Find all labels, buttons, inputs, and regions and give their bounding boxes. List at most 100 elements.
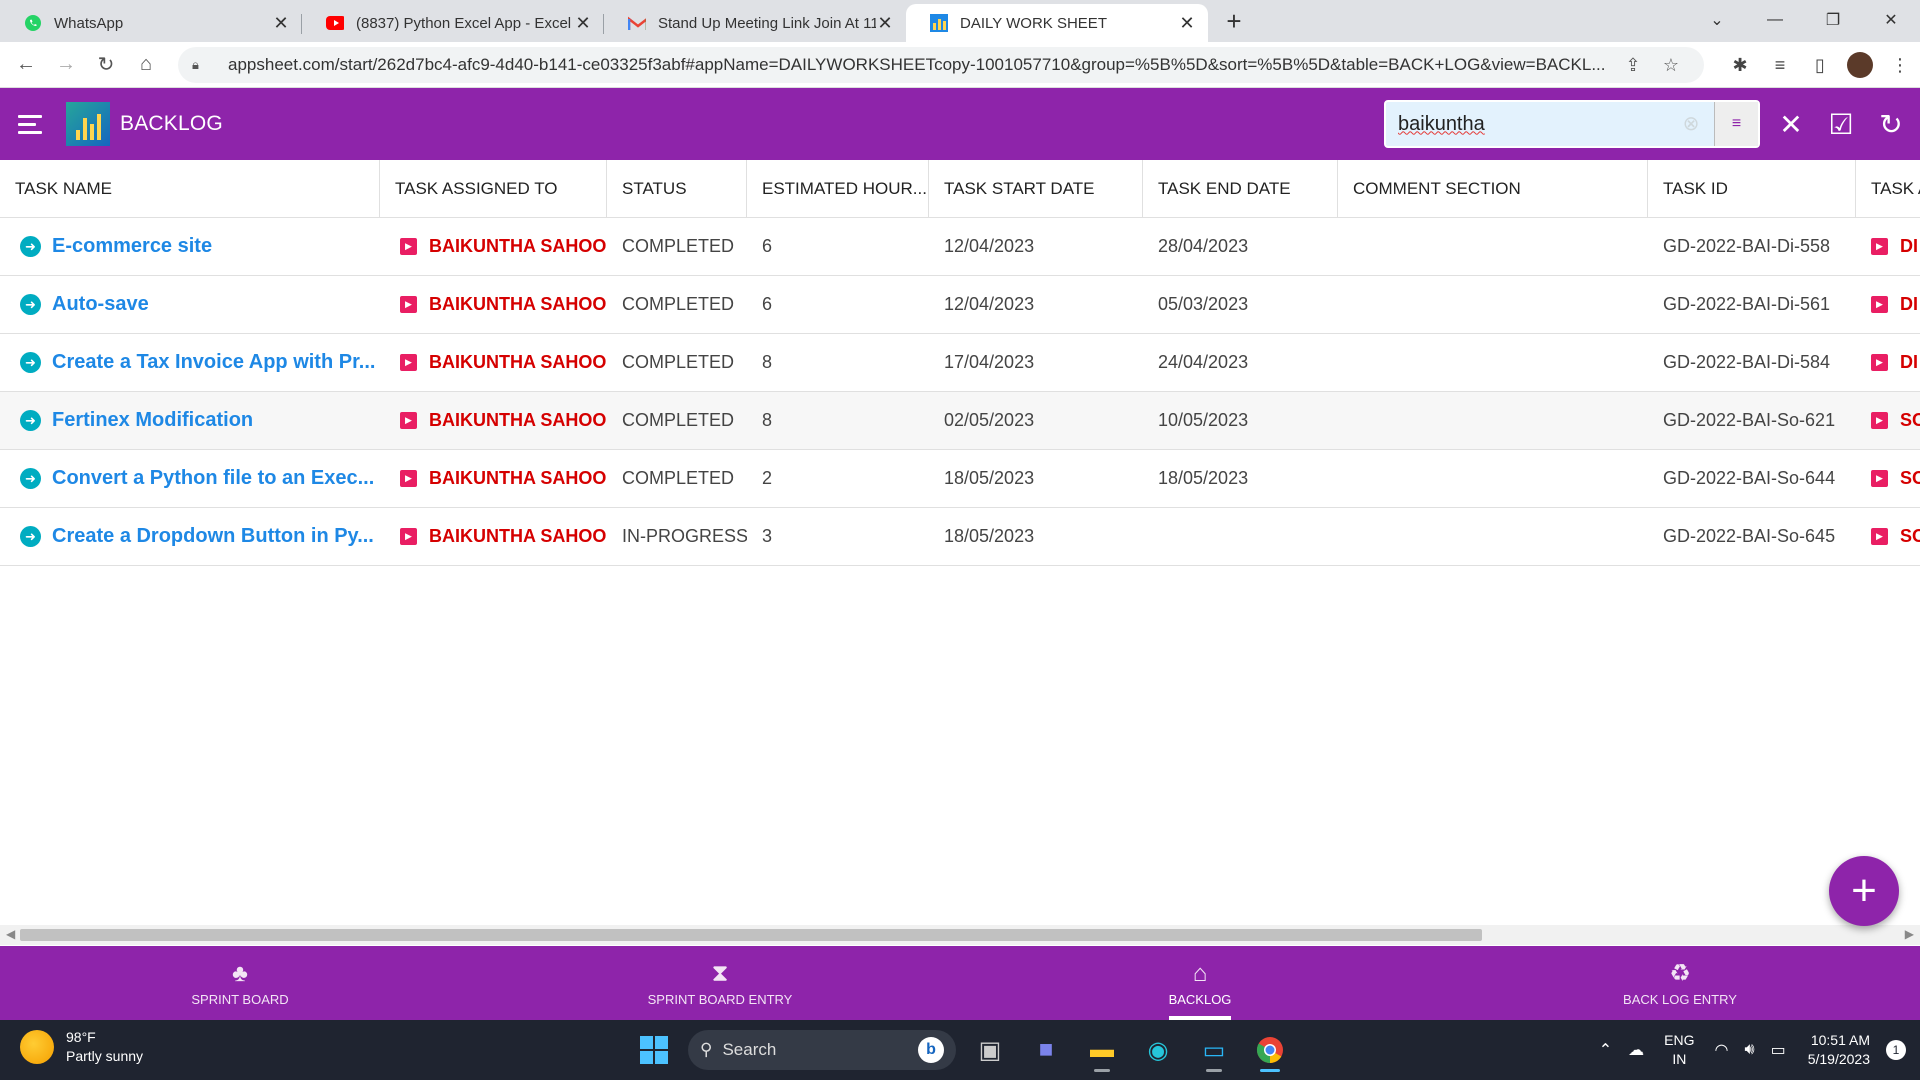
- share-icon[interactable]: ⇪: [1614, 55, 1652, 76]
- table-row[interactable]: ➜ E-commerce site ▶ BAIKUNTHA SAHOO COMPLETE…: [0, 218, 1920, 276]
- volume-icon[interactable]: 🔊︎: [1744, 1041, 1754, 1059]
- nav-sprint-board-entry[interactable]: ⧗ SPRINT BOARD ENTRY: [480, 946, 960, 1020]
- cell-task-extra[interactable]: ▶ SO: [1856, 508, 1920, 566]
- header-status[interactable]: STATUS: [607, 159, 747, 218]
- ref-link-icon[interactable]: ▶: [1871, 528, 1888, 545]
- cell-task-extra[interactable]: ▶ DI: [1856, 218, 1920, 276]
- cell-task-name[interactable]: ➜ Fertinex Modification: [0, 392, 380, 450]
- close-tab-icon[interactable]: ✕: [876, 13, 894, 34]
- scroll-left-arrow-icon[interactable]: ◀: [6, 927, 15, 941]
- header-task-name[interactable]: TASK NAME: [0, 159, 380, 218]
- task-name[interactable]: Auto-save: [52, 293, 149, 316]
- cell-assigned-to[interactable]: ▶ BAIKUNTHA SAHOO: [380, 276, 607, 334]
- cell-task-extra[interactable]: ▶ DI: [1856, 334, 1920, 392]
- weather-widget[interactable]: 98°F Partly sunny: [20, 1028, 143, 1066]
- cell-task-name[interactable]: ➜ E-commerce site: [0, 218, 380, 276]
- ref-link-icon[interactable]: ▶: [1871, 470, 1888, 487]
- cell-task-extra[interactable]: ▶ SO: [1856, 450, 1920, 508]
- header-task-id[interactable]: TASK ID: [1648, 159, 1856, 218]
- remote-desktop-icon[interactable]: ▭: [1192, 1028, 1236, 1072]
- cell-task-name[interactable]: ➜ Create a Tax Invoice App with Pr...: [0, 334, 380, 392]
- table-row[interactable]: ➜ Create a Dropdown Button in Py... ▶ BAIKU…: [0, 508, 1920, 566]
- table-row[interactable]: ➜ Auto-save ▶ BAIKUNTHA SAHOO COMPLETED 6 12/0…: [0, 276, 1920, 334]
- sidepanel-icon[interactable]: ▯: [1800, 55, 1840, 76]
- arrow-right-circle-icon[interactable]: ➜: [20, 352, 41, 373]
- cell-task-name[interactable]: ➜ Convert a Python file to an Exec...: [0, 450, 380, 508]
- clock[interactable]: 10:51 AM 5/19/2023: [1808, 1031, 1870, 1069]
- omnibox[interactable]: 🔒︎ appsheet.com/start/262d7bc4-afc9-4d40…: [178, 47, 1704, 83]
- assignee-name[interactable]: BAIKUNTHA SAHOO: [429, 236, 606, 257]
- nav-sprint-board[interactable]: ♣ SPRINT BOARD: [0, 946, 480, 1020]
- task-extra-value[interactable]: SO: [1900, 526, 1920, 547]
- restore-icon[interactable]: ❐: [1804, 0, 1862, 40]
- table-row[interactable]: ➜ Convert a Python file to an Exec... ▶ BAI…: [0, 450, 1920, 508]
- arrow-right-circle-icon[interactable]: ➜: [20, 410, 41, 431]
- task-name[interactable]: Create a Dropdown Button in Py...: [52, 525, 374, 548]
- header-estimated-hours[interactable]: ESTIMATED HOUR...: [747, 159, 929, 218]
- clear-search-icon[interactable]: ⊗: [1678, 111, 1704, 137]
- task-extra-value[interactable]: DI: [1900, 294, 1918, 315]
- chrome-icon[interactable]: [1248, 1028, 1292, 1072]
- lock-icon[interactable]: 🔒︎: [192, 57, 210, 73]
- arrow-right-circle-icon[interactable]: ➜: [20, 294, 41, 315]
- back-icon[interactable]: ←: [6, 53, 46, 76]
- select-checkbox-icon[interactable]: ☑: [1816, 108, 1866, 141]
- tab-youtube[interactable]: (8837) Python Excel App - Excel V ✕: [302, 4, 604, 42]
- arrow-right-circle-icon[interactable]: ➜: [20, 468, 41, 489]
- cell-assigned-to[interactable]: ▶ BAIKUNTHA SAHOO: [380, 334, 607, 392]
- task-extra-value[interactable]: DI: [1900, 352, 1918, 373]
- notification-badge[interactable]: 1: [1886, 1040, 1906, 1060]
- task-extra-value[interactable]: SO: [1900, 468, 1920, 489]
- forward-icon[interactable]: →: [46, 53, 86, 76]
- tab-gmail[interactable]: Stand Up Meeting Link Join At 11 ✕: [604, 4, 906, 42]
- task-name[interactable]: Convert a Python file to an Exec...: [52, 467, 374, 490]
- sync-icon[interactable]: ↻: [1866, 108, 1916, 141]
- onedrive-icon[interactable]: ☁: [1628, 1040, 1644, 1060]
- profile-avatar[interactable]: [1840, 52, 1880, 78]
- arrow-right-circle-icon[interactable]: ➜: [20, 236, 41, 257]
- tab-daily-work-sheet[interactable]: DAILY WORK SHEET ✕: [906, 4, 1208, 42]
- cell-task-name[interactable]: ➜ Auto-save: [0, 276, 380, 334]
- header-comment-section[interactable]: COMMENT SECTION: [1338, 159, 1648, 218]
- task-extra-value[interactable]: DI: [1900, 236, 1918, 257]
- ref-link-icon[interactable]: ▶: [400, 296, 417, 313]
- tab-whatsapp[interactable]: WhatsApp ✕: [0, 4, 302, 42]
- menu-kebab-icon[interactable]: ⋮: [1880, 55, 1920, 76]
- battery-icon[interactable]: ▭: [1771, 1040, 1786, 1060]
- task-name[interactable]: Fertinex Modification: [52, 409, 253, 432]
- add-row-button[interactable]: +: [1829, 856, 1899, 926]
- bing-icon[interactable]: b: [918, 1037, 944, 1063]
- cell-assigned-to[interactable]: ▶ BAIKUNTHA SAHOO: [380, 392, 607, 450]
- ref-link-icon[interactable]: ▶: [1871, 412, 1888, 429]
- ref-link-icon[interactable]: ▶: [400, 412, 417, 429]
- cell-task-extra[interactable]: ▶ SO: [1856, 392, 1920, 450]
- hamburger-menu-icon[interactable]: [18, 114, 52, 134]
- ref-link-icon[interactable]: ▶: [1871, 296, 1888, 313]
- url-text[interactable]: appsheet.com/start/262d7bc4-afc9-4d40-b1…: [210, 55, 1614, 75]
- ref-link-icon[interactable]: ▶: [400, 354, 417, 371]
- table-row[interactable]: ➜ Create a Tax Invoice App with Pr... ▶ BAI…: [0, 334, 1920, 392]
- close-tab-icon[interactable]: ✕: [272, 13, 290, 34]
- header-task-extra[interactable]: TASK A: [1856, 160, 1920, 218]
- assignee-name[interactable]: BAIKUNTHA SAHOO: [429, 526, 606, 547]
- assignee-name[interactable]: BAIKUNTHA SAHOO: [429, 468, 606, 489]
- reload-icon[interactable]: ↻: [86, 52, 126, 77]
- close-tab-icon[interactable]: ✕: [1178, 13, 1196, 34]
- ref-link-icon[interactable]: ▶: [1871, 354, 1888, 371]
- wifi-icon[interactable]: ◠: [1715, 1040, 1729, 1060]
- taskbar-search[interactable]: ⚲ Search b: [688, 1030, 956, 1070]
- ref-link-icon[interactable]: ▶: [1871, 238, 1888, 255]
- cell-task-extra[interactable]: ▶ DI: [1856, 276, 1920, 334]
- task-name[interactable]: Create a Tax Invoice App with Pr...: [52, 351, 375, 374]
- teams-chat-icon[interactable]: ■: [1024, 1028, 1068, 1072]
- assignee-name[interactable]: BAIKUNTHA SAHOO: [429, 294, 606, 315]
- header-task-start-date[interactable]: TASK START DATE: [929, 159, 1143, 218]
- table-row[interactable]: ➜ Fertinex Modification ▶ BAIKUNTHA SAHOO CO…: [0, 392, 1920, 450]
- filter-icon[interactable]: ≡: [1714, 102, 1758, 146]
- language-indicator[interactable]: ENG IN: [1664, 1031, 1694, 1069]
- show-hidden-icons-icon[interactable]: ⌃: [1599, 1040, 1612, 1060]
- file-explorer-icon[interactable]: ▬: [1080, 1028, 1124, 1072]
- tab-search-icon[interactable]: ⌄: [1688, 0, 1746, 40]
- task-name[interactable]: E-commerce site: [52, 235, 212, 258]
- minimize-icon[interactable]: —: [1746, 0, 1804, 40]
